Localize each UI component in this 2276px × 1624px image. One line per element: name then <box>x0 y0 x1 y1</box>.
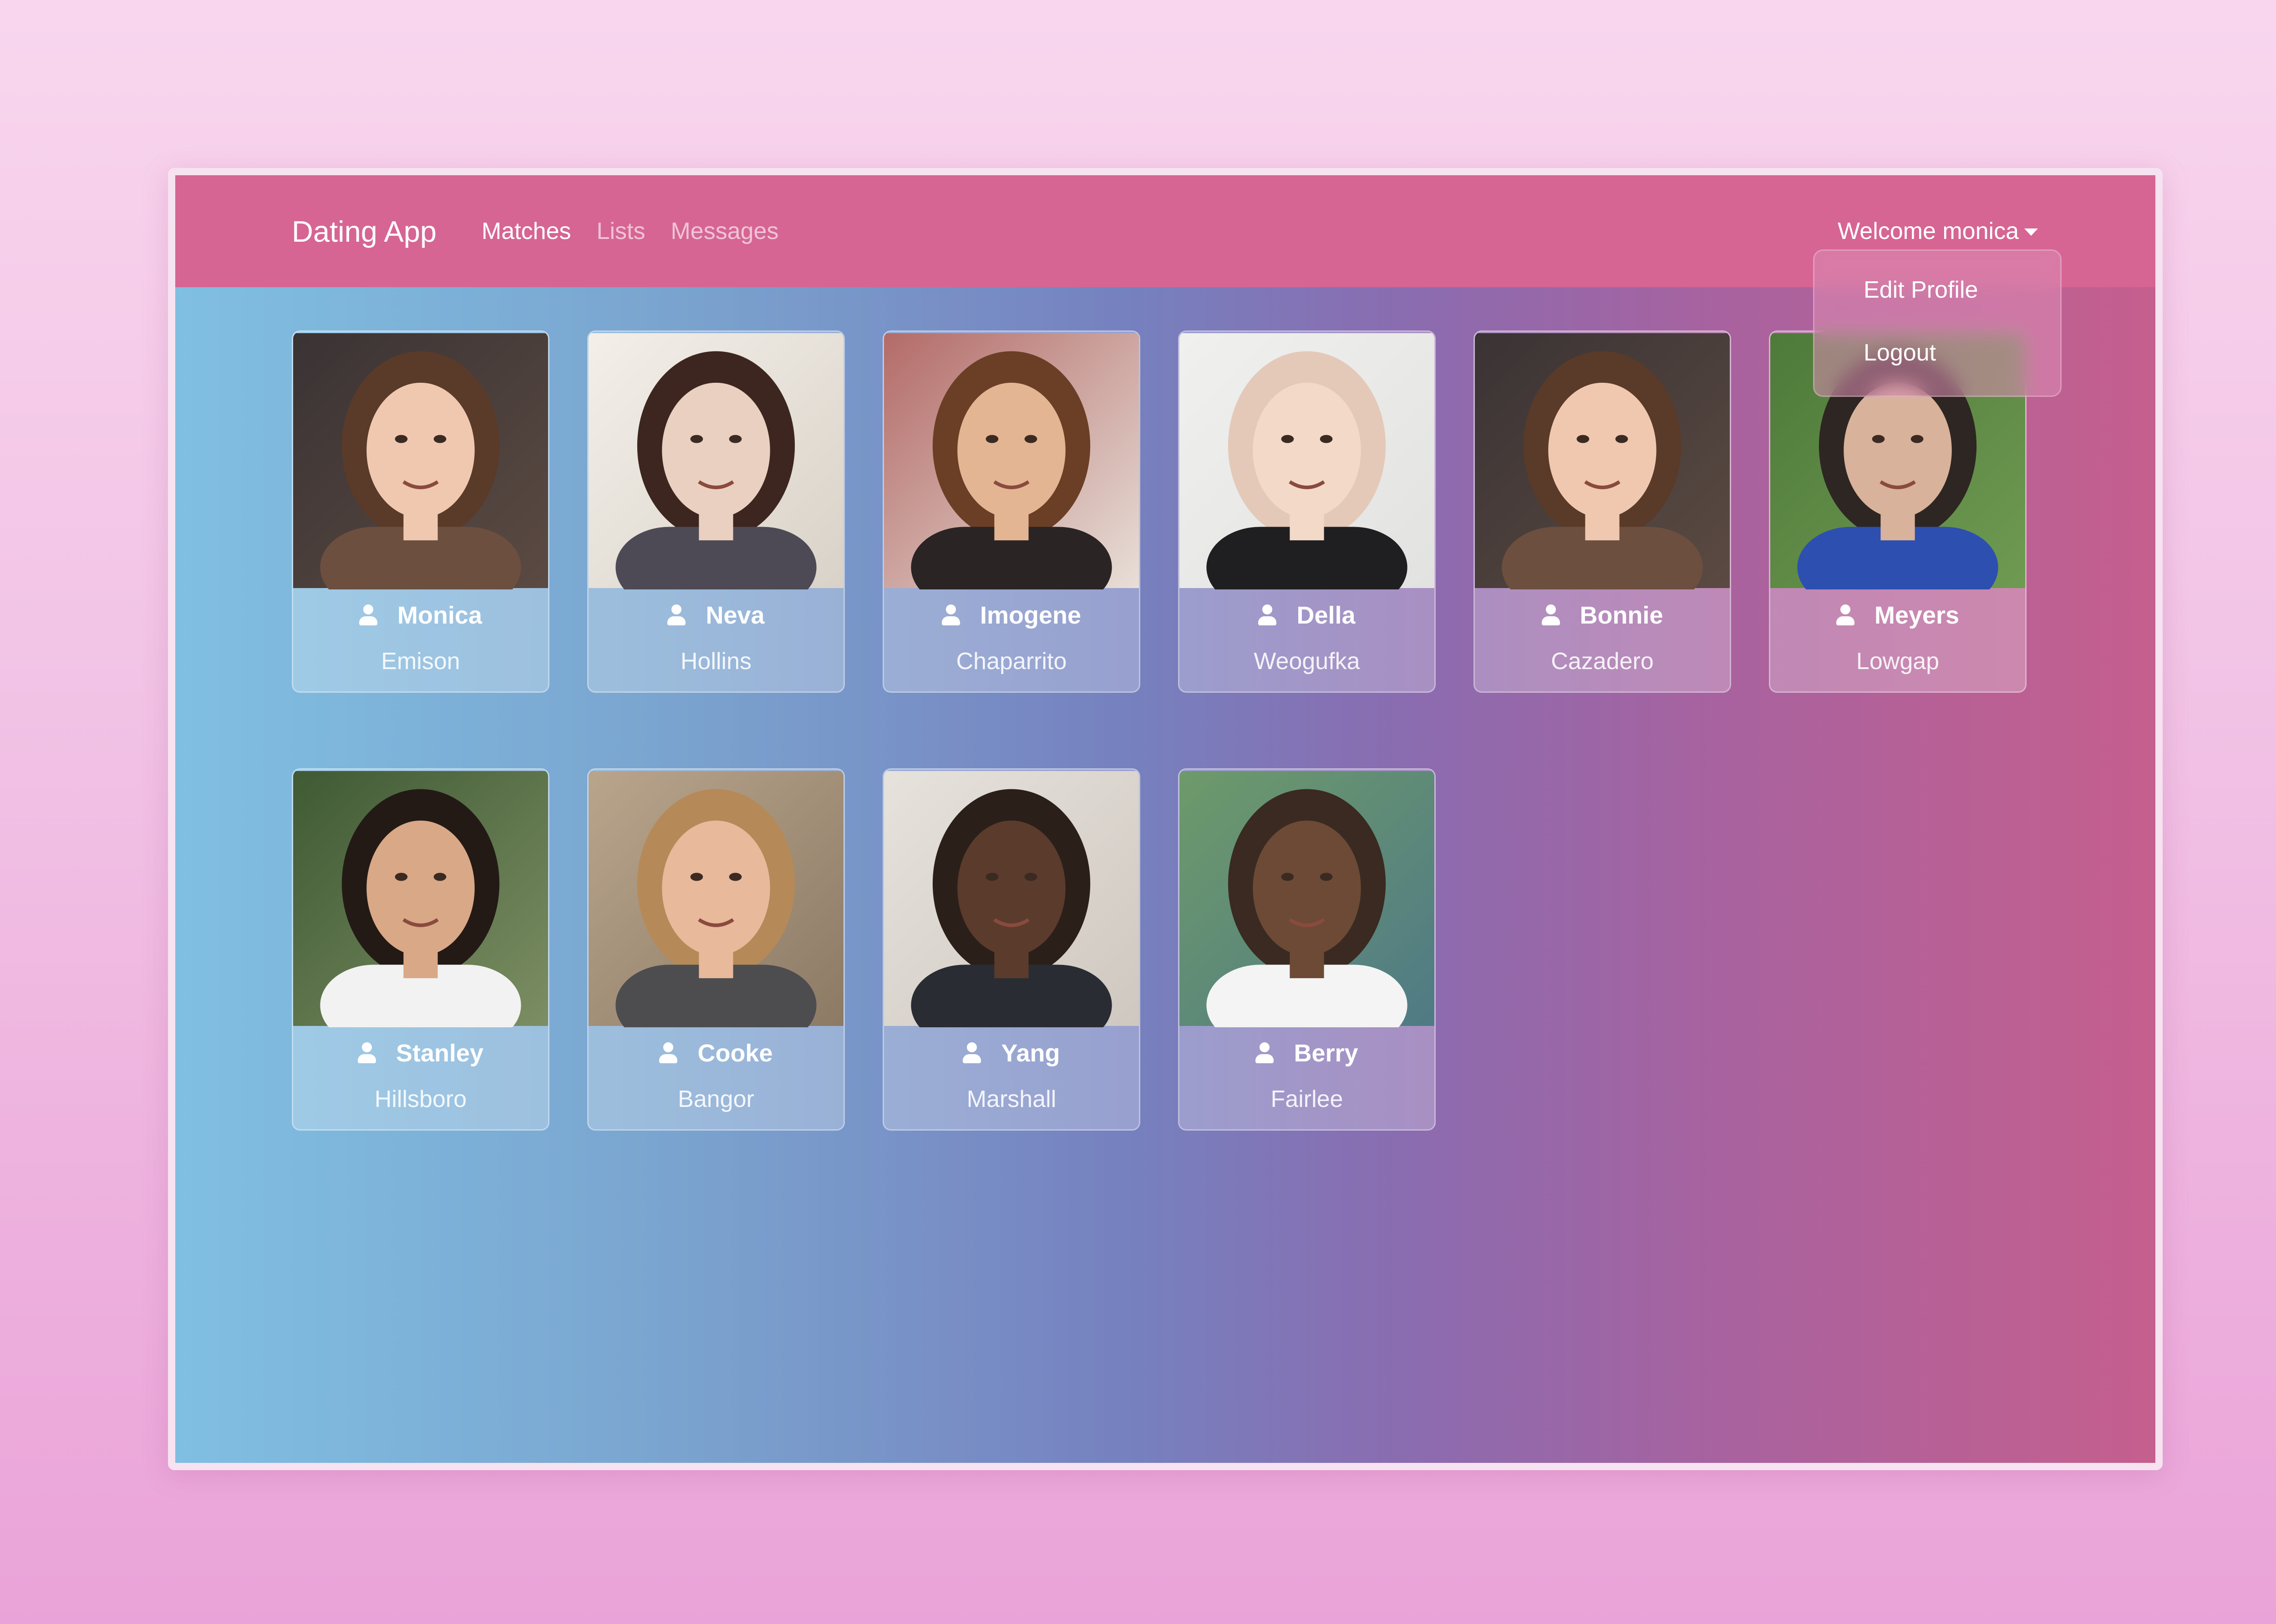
member-city: Bangor <box>678 1086 754 1112</box>
member-card[interactable]: Berry Fairlee <box>1178 768 1436 1131</box>
member-photo <box>884 332 1139 589</box>
member-card-body: Yang Marshall <box>884 1027 1139 1129</box>
member-name-row: Meyers <box>1770 601 2025 629</box>
nav-link-matches[interactable]: Matches <box>482 218 571 245</box>
member-city: Hillsboro <box>374 1086 467 1112</box>
member-city: Chaparrito <box>956 648 1067 675</box>
member-name: Berry <box>1294 1040 1358 1067</box>
member-name-row: Cooke <box>589 1039 843 1067</box>
user-icon <box>941 604 960 626</box>
member-name: Meyers <box>1874 602 1960 629</box>
user-icon <box>359 604 377 626</box>
user-icon <box>667 604 686 626</box>
member-name: Della <box>1296 602 1356 629</box>
member-name-row: Yang <box>884 1039 1139 1067</box>
member-card-body: Bonnie Cazadero <box>1475 589 1730 691</box>
member-card-body: Monica Emison <box>293 589 548 691</box>
nav-links: Matches Lists Messages <box>482 175 804 287</box>
member-card-body: Imogene Chaparrito <box>884 589 1139 691</box>
user-icon <box>1836 604 1854 626</box>
member-city: Marshall <box>966 1086 1057 1112</box>
user-icon <box>1258 604 1277 626</box>
user-icon <box>1541 604 1560 626</box>
member-name: Neva <box>706 602 765 629</box>
member-city: Hollins <box>680 648 752 675</box>
member-photo <box>293 332 548 589</box>
member-card[interactable]: Bonnie Cazadero <box>1473 330 1731 693</box>
member-card[interactable]: Imogene Chaparrito <box>883 330 1140 693</box>
member-card-body: Meyers Lowgap <box>1770 589 2025 691</box>
member-card-body: Berry Fairlee <box>1179 1027 1434 1129</box>
member-name-row: Imogene <box>884 601 1139 629</box>
member-name-row: Monica <box>293 601 548 629</box>
user-icon <box>659 1042 678 1064</box>
member-photo <box>589 332 843 589</box>
member-photo <box>293 770 548 1027</box>
edit-profile-item[interactable]: Edit Profile <box>1864 276 1978 304</box>
nav-link-messages[interactable]: Messages <box>671 218 778 245</box>
member-name-row: Della <box>1179 601 1434 629</box>
brand-logo[interactable]: Dating App <box>292 175 437 287</box>
member-city: Weogufka <box>1254 648 1360 675</box>
member-name: Stanley <box>396 1040 484 1067</box>
member-city: Lowgap <box>1856 648 1940 675</box>
member-photo <box>884 770 1139 1027</box>
member-name-row: Bonnie <box>1475 601 1730 629</box>
member-card-body: Stanley Hillsboro <box>293 1027 548 1129</box>
member-name-row: Berry <box>1179 1039 1434 1067</box>
member-photo <box>589 770 843 1027</box>
member-card[interactable]: Cooke Bangor <box>587 768 845 1131</box>
member-photo <box>1179 770 1434 1027</box>
caret-down-icon <box>2024 228 2038 236</box>
member-photo <box>1179 332 1434 589</box>
member-name: Imogene <box>980 602 1082 629</box>
member-photo <box>1475 332 1730 589</box>
member-name-row: Stanley <box>293 1039 548 1067</box>
app-window: Dating App Matches Lists Messages Welcom… <box>168 168 2163 1470</box>
member-name: Yang <box>1001 1040 1060 1067</box>
logout-item[interactable]: Logout <box>1864 339 1936 366</box>
member-name-row: Neva <box>589 601 843 629</box>
member-name: Cooke <box>697 1040 773 1067</box>
user-icon <box>1255 1042 1274 1064</box>
member-card[interactable]: Stanley Hillsboro <box>292 768 549 1131</box>
user-icon <box>963 1042 981 1064</box>
member-card[interactable]: Della Weogufka <box>1178 330 1436 693</box>
member-name: Monica <box>397 602 483 629</box>
member-city: Cazadero <box>1551 648 1654 675</box>
welcome-text: Welcome monica <box>1838 218 2019 244</box>
nav-link-lists[interactable]: Lists <box>597 218 645 245</box>
member-card[interactable]: Yang Marshall <box>883 768 1140 1131</box>
member-card[interactable]: Monica Emison <box>292 330 549 693</box>
member-card-body: Neva Hollins <box>589 589 843 691</box>
member-city: Emison <box>381 648 460 675</box>
member-name: Bonnie <box>1580 602 1663 629</box>
member-card[interactable]: Neva Hollins <box>587 330 845 693</box>
member-card-body: Della Weogufka <box>1179 589 1434 691</box>
member-card-body: Cooke Bangor <box>589 1027 843 1129</box>
member-city: Fairlee <box>1270 1086 1343 1112</box>
user-dropdown-menu: Edit Profile Logout <box>1813 249 2062 397</box>
user-icon <box>357 1042 376 1064</box>
